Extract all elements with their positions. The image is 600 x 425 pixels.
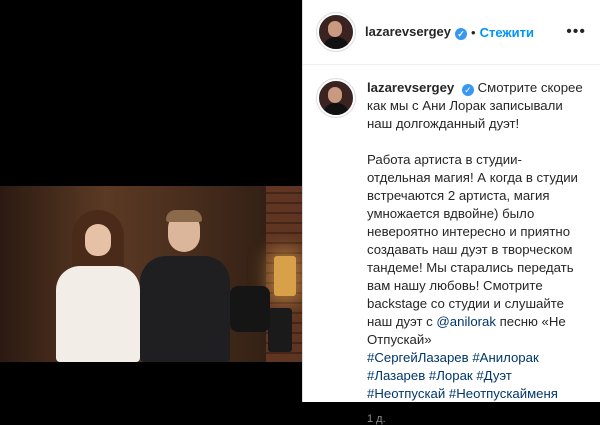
hashtag-link[interactable]: #СергейЛазарев — [367, 350, 469, 365]
username[interactable]: lazarevsergey ✓ — [365, 24, 468, 40]
post-header: lazarevsergey ✓ • Стежити ••• — [303, 0, 600, 65]
speaker — [268, 308, 292, 352]
person-man — [136, 210, 234, 362]
hashtag-link[interactable]: #Неотпускайменя — [449, 386, 558, 401]
hashtag-link[interactable]: #Неотпускай — [367, 386, 445, 401]
chair — [230, 286, 270, 332]
verified-badge-icon: ✓ — [455, 28, 468, 40]
caption-avatar[interactable] — [317, 79, 355, 117]
caption: lazarevsergey ✓ Смотрите скорее как мы с… — [367, 79, 586, 403]
hashtag-link[interactable]: #Лорак — [429, 368, 473, 383]
post-media[interactable] — [0, 0, 302, 402]
follow-button[interactable]: Стежити — [480, 25, 534, 40]
person-woman — [52, 210, 144, 362]
more-options-icon[interactable]: ••• — [566, 23, 586, 41]
avatar[interactable] — [317, 13, 355, 51]
mention-link[interactable]: @anilorak — [436, 314, 496, 329]
post-sidebar: lazarevsergey ✓ • Стежити ••• lazarevserg… — [302, 0, 600, 425]
separator-dot: • — [471, 24, 476, 40]
caption-verified-badge-icon: ✓ — [461, 84, 474, 96]
instagram-post-view: lazarevsergey ✓ • Стежити ••• lazarevserg… — [0, 0, 600, 425]
post-timestamp: 1 д. — [367, 413, 386, 425]
caption-body: Работа артиста в студии- отдельная магия… — [367, 152, 578, 347]
post-caption-area: lazarevsergey ✓ Смотрите скорее как мы с… — [303, 65, 600, 425]
post-photo[interactable] — [0, 186, 302, 362]
username-text[interactable]: lazarevsergey — [365, 24, 451, 39]
hashtag-link[interactable]: #Анилорак — [472, 350, 538, 365]
lamp — [274, 256, 296, 296]
caption-username[interactable]: lazarevsergey — [367, 80, 454, 95]
hashtag-link[interactable]: #Дуэт — [476, 368, 511, 383]
hashtags: #СергейЛазарев #Анилорак #Лазарев #Лорак… — [367, 349, 586, 403]
hashtag-link[interactable]: #Лазарев — [367, 368, 425, 383]
